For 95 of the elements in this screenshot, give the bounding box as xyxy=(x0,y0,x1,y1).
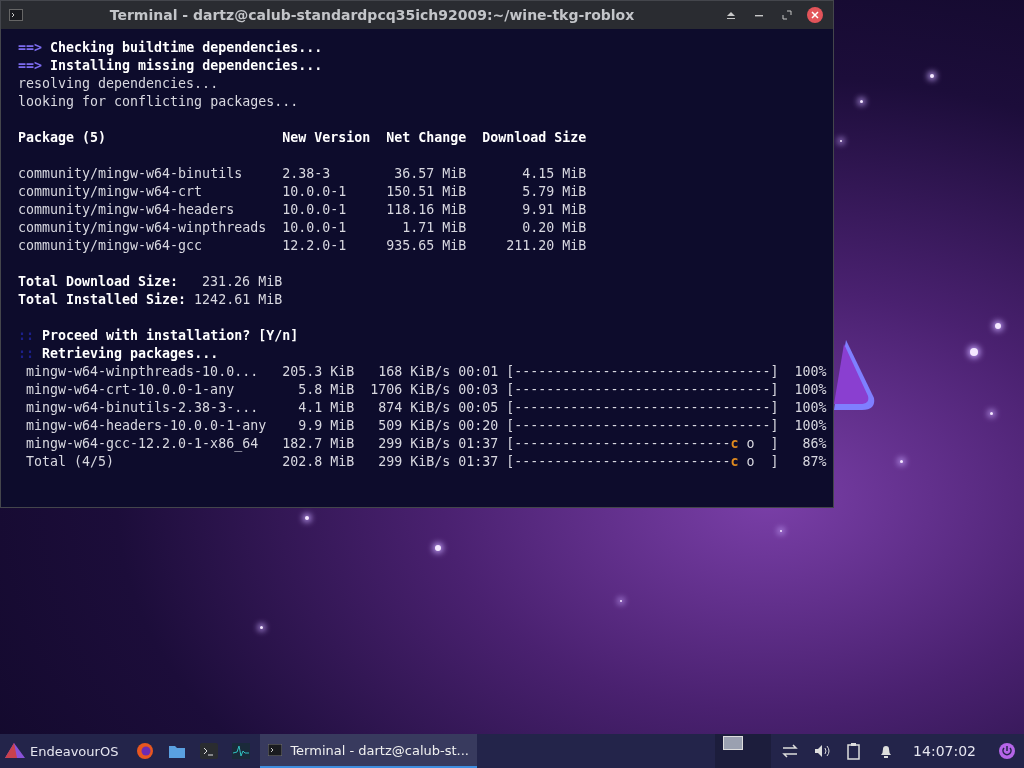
star-sparkle xyxy=(900,460,903,463)
package-name: mingw-w64-gcc-12.2.0-1-x86_64 xyxy=(26,435,260,453)
table-cell: 935.65 MiB xyxy=(386,237,467,255)
table-cell-text: community/mingw-w64-headers xyxy=(18,201,236,219)
total-value: 231.26 MiB xyxy=(201,273,283,291)
package-name: mingw-w64-winpthreads-10.0... xyxy=(26,363,260,381)
terminal-icon xyxy=(268,744,283,756)
progress-text: [---------------------------c o ] xyxy=(506,453,779,471)
star-sparkle xyxy=(260,626,263,629)
table-cell: 118.16 MiB xyxy=(386,201,467,219)
table-cell-text: 10.0.0-1 xyxy=(282,183,348,201)
total-value: 1242.61 MiB xyxy=(194,291,283,309)
prompt-marker: :: xyxy=(18,328,34,343)
terminal-icon xyxy=(9,9,23,21)
prompt-marker: ==> xyxy=(18,58,43,73)
star-sparkle xyxy=(990,412,993,415)
star-sparkle xyxy=(995,323,1001,329)
table-cell-text: 0.20 MiB xyxy=(521,219,587,237)
star-sparkle xyxy=(860,100,863,103)
table-cell-text: community/mingw-w64-gcc xyxy=(18,237,204,255)
download-size: 205.3 KiB xyxy=(282,363,355,381)
download-speed: 299 KiB/s xyxy=(377,435,451,453)
table-cell-text: 9.91 MiB xyxy=(521,201,587,219)
terminal-line: Checking buildtime dependencies... xyxy=(50,40,323,55)
taskbar-task[interactable]: Terminal - dartz@calub-st... xyxy=(260,734,477,768)
progress-text: [--------------------------------] xyxy=(506,381,779,399)
elapsed-time: 00:03 xyxy=(457,381,499,399)
app-menu-button[interactable]: EndeavourOS xyxy=(4,736,127,766)
download-size: 5.8 MiB xyxy=(297,381,355,399)
column-header: New Version xyxy=(282,129,372,147)
progress-percent: 100% xyxy=(793,399,827,417)
elapsed-time: 01:37 xyxy=(457,453,499,471)
progress-text: [---------------------------c o ] xyxy=(506,435,779,453)
download-size: 9.9 MiB xyxy=(297,417,355,435)
download-speed: 299 KiB/s xyxy=(377,453,451,471)
elapsed-time: 00:01 xyxy=(457,363,499,381)
table-cell-text: 10.0.0-1 xyxy=(282,219,348,237)
table-cell-text: community/mingw-w64-crt xyxy=(18,183,204,201)
download-speed: 168 KiB/s xyxy=(377,363,451,381)
terminal-line: resolving dependencies... xyxy=(18,76,219,91)
star-sparkle xyxy=(305,516,309,520)
column-header: Package (5) xyxy=(18,129,108,147)
prompt-marker: ==> xyxy=(18,40,43,55)
elapsed-time: 00:20 xyxy=(457,417,499,435)
progress-text: [--------------------------------] xyxy=(506,417,779,435)
progress-percent: 87% xyxy=(801,453,827,471)
clock: 14:07:02 xyxy=(913,743,976,759)
progress-text: [--------------------------------] xyxy=(506,399,779,417)
terminal-line: looking for conflicting packages... xyxy=(18,94,299,109)
column-header: Net Change xyxy=(386,129,467,147)
progress-percent: 86% xyxy=(801,435,827,453)
star-sparkle xyxy=(970,348,978,356)
table-cell-text: 4.15 MiB xyxy=(521,165,587,183)
progress-percent: 100% xyxy=(793,363,827,381)
download-size: 4.1 MiB xyxy=(297,399,355,417)
download-size: 202.8 MiB xyxy=(282,453,355,471)
table-cell-text: 1.71 MiB xyxy=(401,219,467,237)
terminal-line: Proceed with installation? [Y/n] xyxy=(42,328,299,343)
total-label: Total Installed Size: xyxy=(18,291,188,309)
window-title: Terminal - dartz@calub-standardpcq35ich92009:~/wine-tkg-roblox xyxy=(108,7,636,23)
close-button[interactable] xyxy=(805,5,825,25)
window-thumbnail-icon xyxy=(723,736,744,750)
maximize-icon xyxy=(782,10,792,20)
star-sparkle xyxy=(930,74,934,78)
download-speed: 509 KiB/s xyxy=(377,417,451,435)
table-cell: 150.51 MiB xyxy=(386,183,467,201)
star-sparkle xyxy=(435,545,441,551)
workspace-pager[interactable] xyxy=(715,734,772,768)
table-cell-text: 5.79 MiB xyxy=(521,183,587,201)
package-name: mingw-w64-binutils-2.38-3-... xyxy=(26,399,260,417)
table-cell-text: community/mingw-w64-binutils xyxy=(18,165,244,183)
table-cell-text: 10.0.0-1 xyxy=(282,201,348,219)
table-cell-text: 211.20 MiB xyxy=(505,237,587,255)
package-name: mingw-w64-headers-10.0.0-1-any xyxy=(26,417,268,435)
logo-icon xyxy=(4,742,26,760)
package-name: mingw-w64-crt-10.0.0-1-any xyxy=(26,381,236,399)
progress-percent: 100% xyxy=(793,381,827,399)
total-label: Total Download Size: xyxy=(18,273,180,291)
table-cell-text: 2.38-3 xyxy=(282,165,332,183)
progress-text: [--------------------------------] xyxy=(506,363,779,381)
keep-above-icon xyxy=(726,10,736,20)
table-cell-text: 36.57 MiB xyxy=(393,165,467,183)
progress-percent: 100% xyxy=(793,417,827,435)
table-cell-text: community/mingw-w64-winpthreads xyxy=(18,219,268,237)
column-header: Download Size xyxy=(481,129,587,147)
download-size: 182.7 MiB xyxy=(282,435,355,453)
table-cell-text: 12.2.0-1 xyxy=(282,237,348,255)
elapsed-time: 01:37 xyxy=(457,435,499,453)
download-speed: 1706 KiB/s xyxy=(369,381,451,399)
package-name: Total (4/5) xyxy=(26,453,116,471)
terminal-line: Installing missing dependencies... xyxy=(50,58,323,73)
prompt-marker: :: xyxy=(18,346,34,361)
terminal-line: Retrieving packages... xyxy=(42,346,219,361)
elapsed-time: 00:05 xyxy=(457,399,499,417)
download-speed: 874 KiB/s xyxy=(377,399,451,417)
